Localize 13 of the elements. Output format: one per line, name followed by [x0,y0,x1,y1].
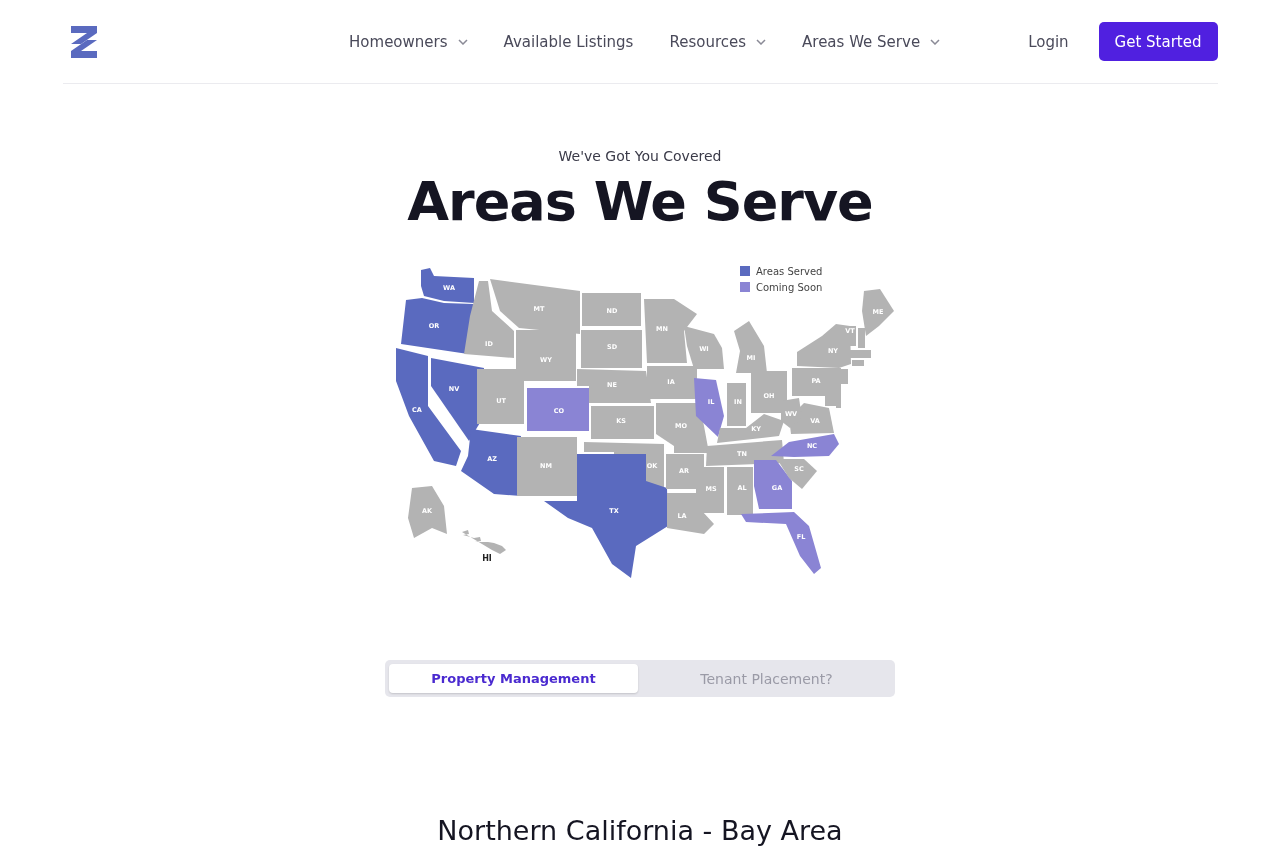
login-link[interactable]: Login [1028,32,1069,51]
nav-link[interactable]: Resources [669,32,747,51]
legend-label: Coming Soon [756,282,823,293]
legend-label: Areas Served [756,266,823,277]
nav-link[interactable]: Available Listings [503,32,634,51]
page-title: Areas We Serve [407,172,873,232]
nav-link[interactable]: Homeowners [349,32,448,51]
eyebrow-text: We've Got You Covered [558,148,722,164]
get-started-button[interactable]: Get Started [1098,22,1218,61]
nav-link[interactable]: Areas We Serve [802,32,921,51]
state-label: HI [482,554,492,563]
section-heading: Northern California - Bay Area [437,815,843,846]
service-tab[interactable]: Property Management [389,664,638,693]
